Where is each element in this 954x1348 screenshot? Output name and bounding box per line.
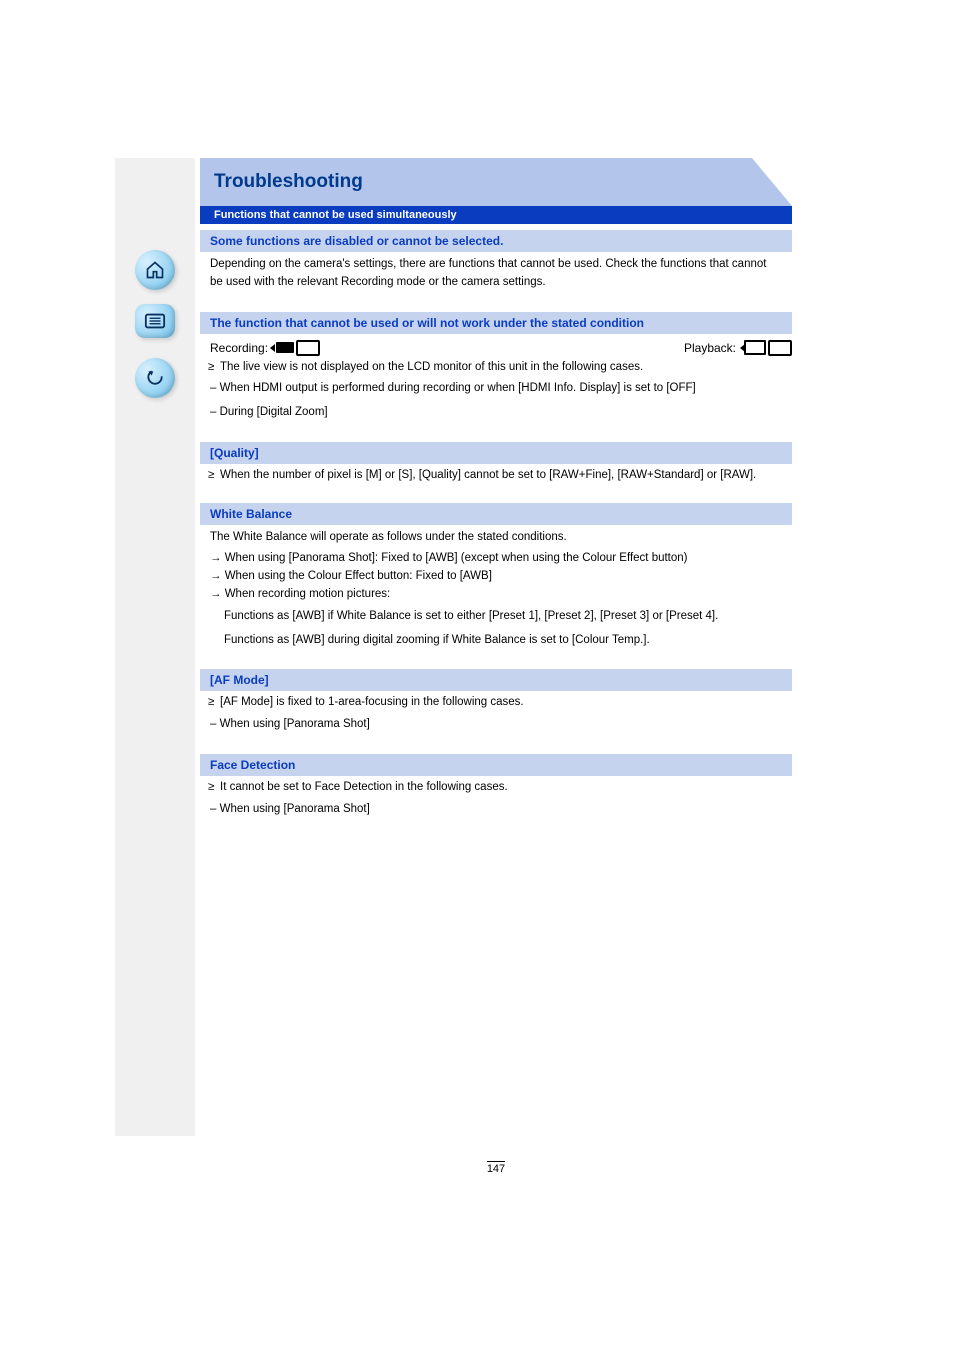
page-banner: Troubleshooting	[200, 158, 792, 206]
back-button[interactable]	[135, 358, 175, 398]
label: Recording:	[210, 341, 268, 355]
section-heading: [AF Mode]	[200, 669, 792, 691]
body-text: – When using [Panorama Shot]	[200, 797, 792, 821]
back-icon	[145, 368, 165, 388]
body-text: – When HDMI output is performed during r…	[200, 376, 792, 400]
menu-button[interactable]	[135, 304, 175, 338]
bullet-text: The live view is not displayed on the LC…	[200, 359, 792, 377]
bullet-text: When the number of pixel is [M] or [S], …	[200, 467, 792, 485]
video-icon	[276, 342, 294, 353]
body-text: – When using [Panorama Shot]	[200, 712, 792, 736]
arrow-text: → When recording motion pictures:	[200, 585, 792, 603]
arrow-text: → When using [Panorama Shot]: Fixed to […	[200, 549, 792, 567]
body-text: Functions as [AWB] during digital zoomin…	[200, 628, 792, 652]
home-button[interactable]	[135, 250, 175, 290]
page-number: 147	[200, 1161, 792, 1175]
section-heading: Face Detection	[200, 754, 792, 776]
sidebar	[115, 158, 195, 1136]
arrow-text: → When using the Colour Effect button: F…	[200, 567, 792, 585]
bullet-text: [AF Mode] is fixed to 1-area-focusing in…	[200, 694, 792, 712]
home-icon	[145, 260, 165, 280]
page-subtitle: Functions that cannot be used simultaneo…	[200, 206, 792, 224]
recording-mode-icons-row: Recording: Playback:	[200, 340, 792, 356]
body-text: The White Balance will operate as follow…	[200, 525, 792, 549]
card-icon	[296, 340, 320, 356]
body-text: Functions as [AWB] if White Balance is s…	[200, 604, 792, 628]
card-icon	[768, 340, 792, 356]
mode-icon-set-2	[744, 340, 792, 356]
section-heading: [Quality]	[200, 442, 792, 464]
section-heading: Some functions are disabled or cannot be…	[200, 230, 792, 252]
bullet-text: It cannot be set to Face Detection in th…	[200, 779, 792, 797]
list-icon	[144, 313, 166, 329]
mode-icon-set-1	[276, 340, 320, 356]
section-heading: White Balance	[200, 503, 792, 525]
body-text: Depending on the camera's settings, ther…	[200, 252, 792, 294]
body-text: – During [Digital Zoom]	[200, 400, 792, 424]
page: Troubleshooting Functions that cannot be…	[0, 0, 954, 1348]
section-heading: The function that cannot be used or will…	[200, 312, 792, 334]
video-outline-icon	[744, 340, 766, 355]
content: Troubleshooting Functions that cannot be…	[200, 158, 792, 1175]
label: Playback:	[684, 341, 736, 355]
